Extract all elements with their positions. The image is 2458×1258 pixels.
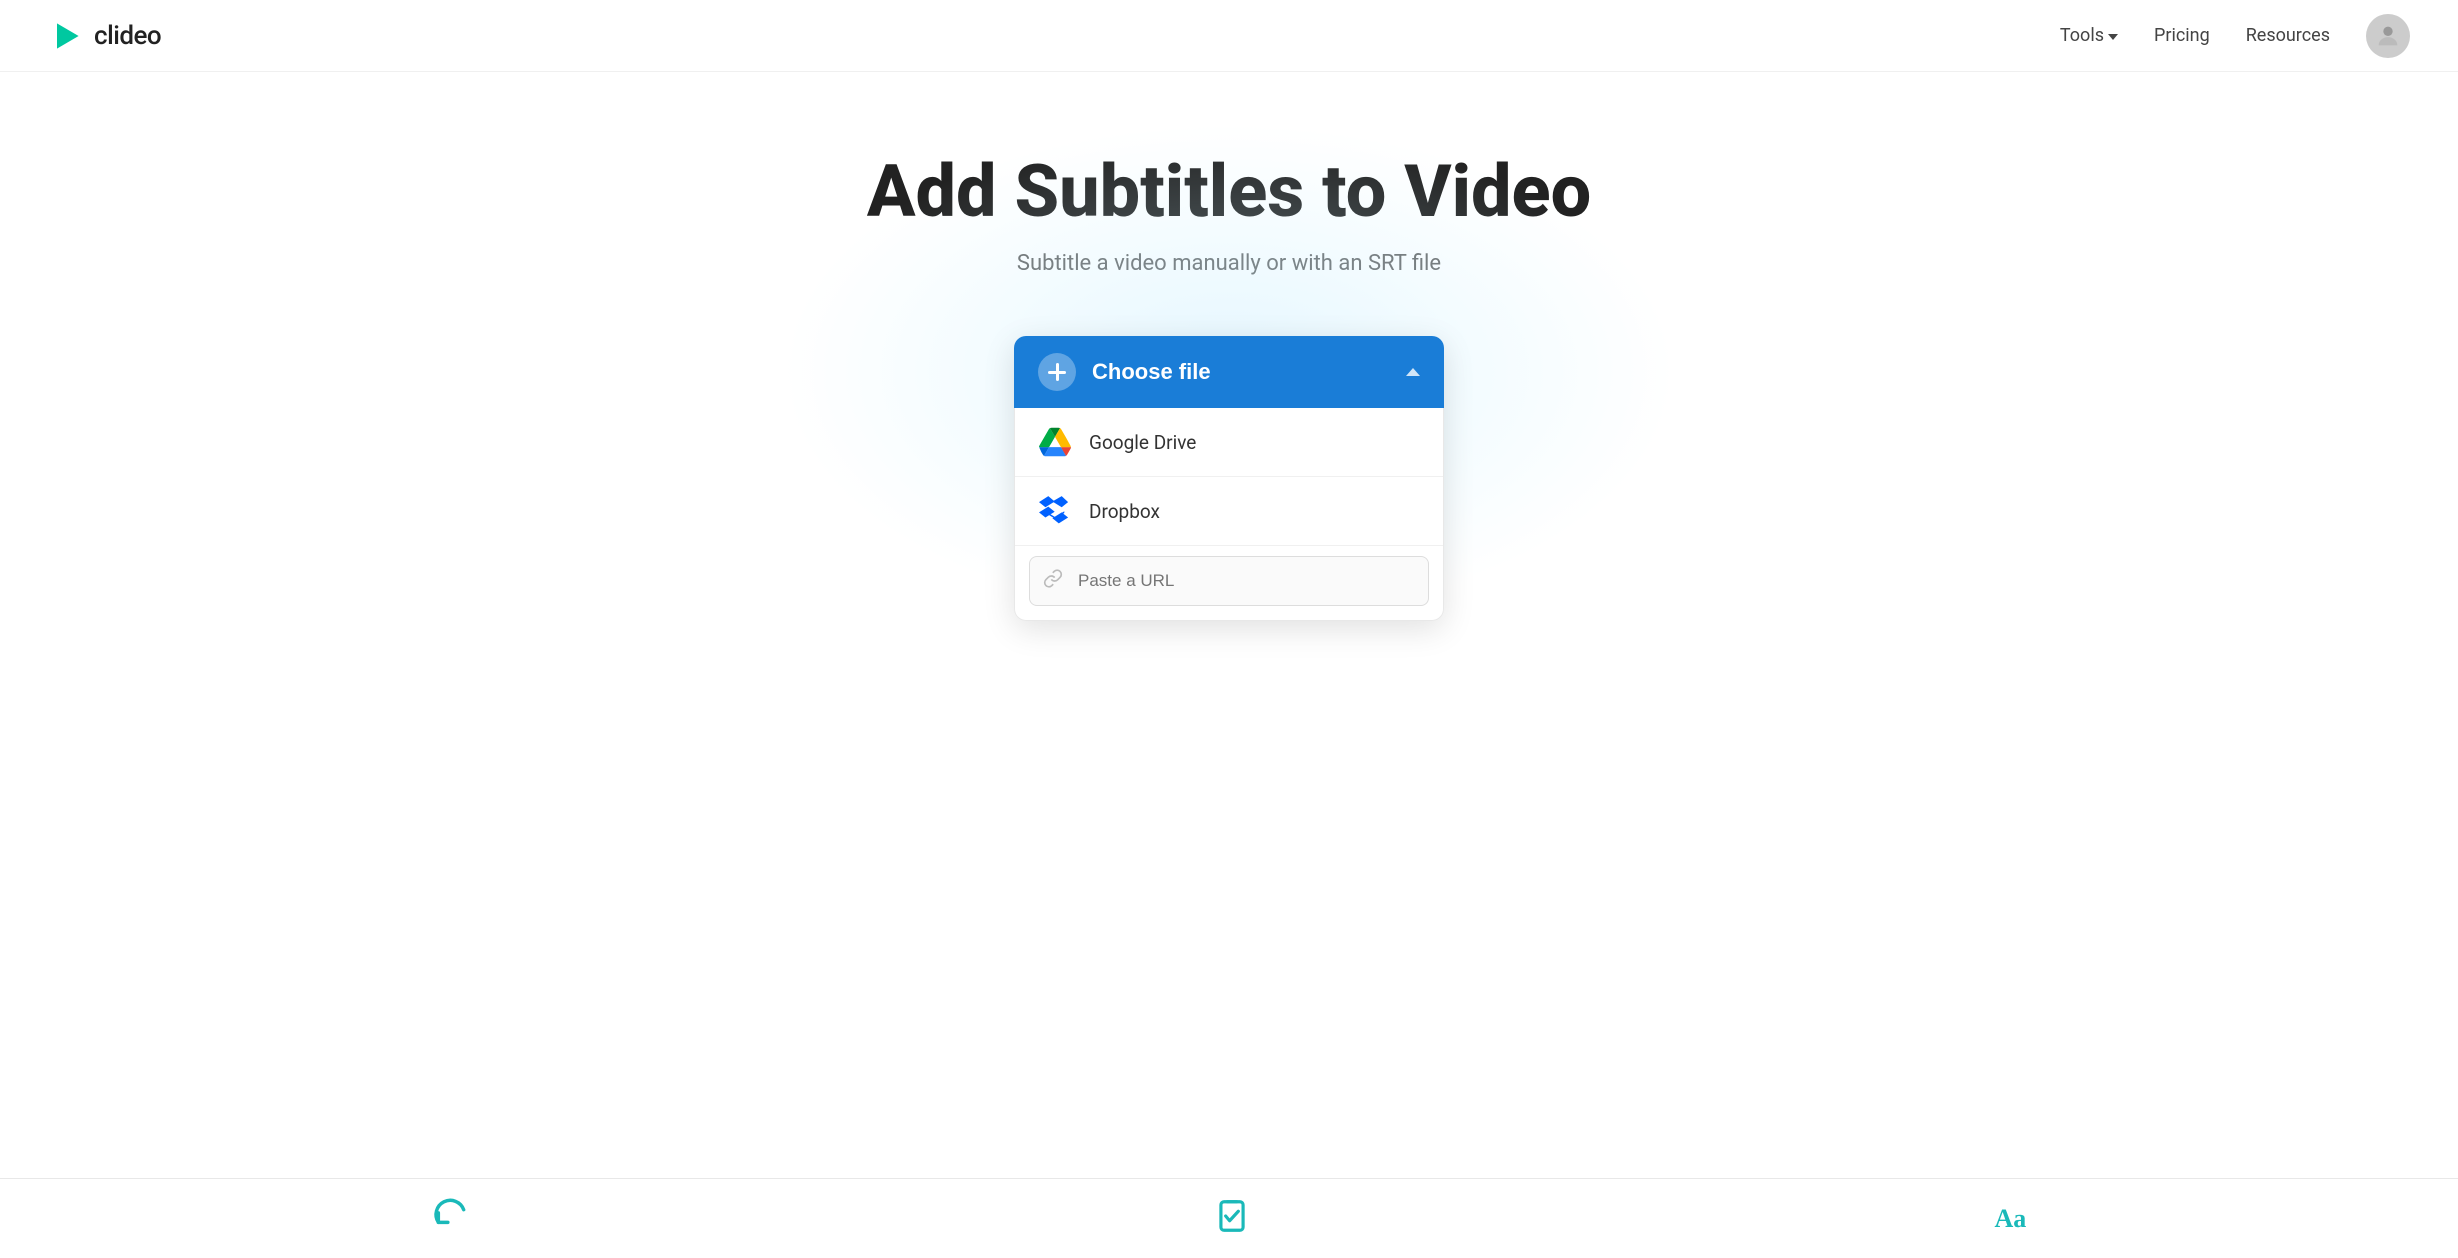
nav-resources[interactable]: Resources	[2246, 25, 2330, 46]
clipboard-tool[interactable]	[1213, 1197, 1251, 1240]
nav-links: Tools Pricing Resources	[2060, 14, 2410, 58]
google-drive-label: Google Drive	[1089, 431, 1196, 454]
google-drive-option[interactable]: Google Drive	[1015, 408, 1443, 477]
choose-file-button[interactable]: Choose file	[1014, 336, 1444, 408]
text-tool[interactable]: Aa	[1995, 1204, 2027, 1234]
chevron-up-icon	[1406, 368, 1420, 376]
user-avatar[interactable]	[2366, 14, 2410, 58]
google-drive-icon	[1039, 426, 1071, 458]
file-source-dropdown: Google Drive Dropbox	[1014, 408, 1444, 621]
text-icon: Aa	[1995, 1204, 2027, 1234]
logo-text: clideo	[94, 21, 161, 51]
link-icon	[1043, 569, 1063, 594]
dropbox-option[interactable]: Dropbox	[1015, 477, 1443, 546]
bottom-bar: Aa	[0, 1178, 2458, 1258]
hero-section: Add Subtitles to Video Subtitle a video …	[0, 72, 2458, 621]
dropbox-icon	[1039, 495, 1071, 527]
rotate-tool[interactable]	[432, 1197, 470, 1240]
file-chooser-container: Choose file Google Drive	[20, 336, 2438, 621]
rotate-icon	[432, 1197, 470, 1240]
chevron-down-icon	[2108, 34, 2118, 40]
page-subtitle: Subtitle a video manually or with an SRT…	[20, 251, 2438, 276]
choose-file-label: Choose file	[1092, 359, 1211, 385]
nav-tools[interactable]: Tools	[2060, 25, 2118, 46]
nav-pricing[interactable]: Pricing	[2154, 25, 2210, 46]
file-chooser: Choose file Google Drive	[1014, 336, 1444, 621]
navbar: clideo Tools Pricing Resources	[0, 0, 2458, 72]
logo-play-icon	[57, 23, 79, 48]
url-input[interactable]	[1029, 556, 1429, 606]
logo[interactable]: clideo	[48, 18, 161, 54]
page-title: Add Subtitles to Video	[20, 152, 2438, 231]
url-input-row	[1015, 546, 1443, 620]
clipboard-icon	[1213, 1197, 1251, 1240]
plus-icon	[1038, 353, 1076, 391]
dropbox-label: Dropbox	[1089, 500, 1160, 523]
